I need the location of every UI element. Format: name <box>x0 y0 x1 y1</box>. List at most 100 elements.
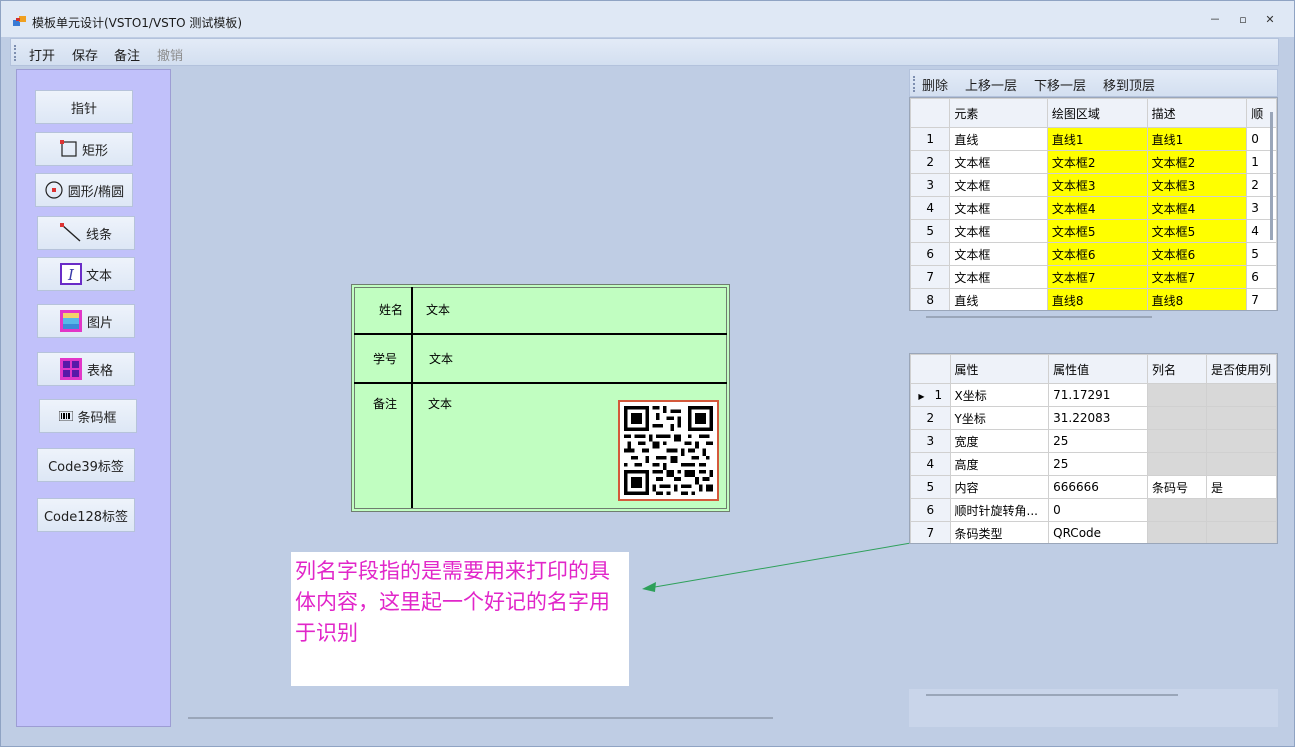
property-name-cell[interactable]: 高度 <box>949 452 1050 476</box>
row-number[interactable]: 3 <box>910 173 951 197</box>
element-cell[interactable]: 文本框 <box>949 150 1048 174</box>
close-button[interactable]: ✕ <box>1262 13 1278 27</box>
maximize-button[interactable]: ▫ <box>1235 13 1251 27</box>
elements-hscrollbar[interactable] <box>926 316 1152 318</box>
property-row[interactable]: 2 Y坐标 31.22083 <box>910 406 1277 430</box>
description-cell[interactable]: 文本框7 <box>1146 265 1248 289</box>
pointer-tool-button[interactable]: 指针 <box>35 90 133 124</box>
property-value-cell[interactable]: 25 <box>1048 429 1148 453</box>
annotation-note[interactable]: 列名字段指的是需要用来打印的具体内容，这里起一个好记的名字用于识别 <box>291 552 629 686</box>
label-card[interactable]: 姓名 文本 学号 文本 备注 文本 <box>351 284 730 512</box>
menu-save[interactable]: 保存 <box>72 45 98 64</box>
area-cell[interactable]: 直线8 <box>1046 288 1148 310</box>
column-name-cell[interactable] <box>1146 429 1208 453</box>
property-name-cell[interactable]: 宽度 <box>949 429 1050 453</box>
code128-tool-button[interactable]: Code128标签 <box>37 498 135 532</box>
row-number[interactable]: 6 <box>910 242 951 266</box>
use-column-cell[interactable] <box>1206 406 1277 430</box>
description-cell[interactable]: 直线8 <box>1146 288 1248 310</box>
row-number[interactable]: ▶ 1 <box>910 383 951 407</box>
property-name-cell[interactable]: 条码类型 <box>949 521 1050 543</box>
table-tool-button[interactable]: 表格 <box>37 352 135 386</box>
area-cell[interactable]: 文本框4 <box>1046 196 1148 220</box>
element-cell[interactable]: 文本框 <box>949 242 1048 266</box>
property-name-cell[interactable]: Y坐标 <box>949 406 1050 430</box>
bring-to-front-button[interactable]: 移到顶层 <box>1103 75 1155 94</box>
order-cell[interactable]: 5 <box>1246 242 1277 266</box>
area-cell[interactable]: 文本框7 <box>1046 265 1148 289</box>
order-cell[interactable]: 6 <box>1246 265 1277 289</box>
description-cell[interactable]: 文本框3 <box>1146 173 1248 197</box>
card-value-note[interactable]: 文本 <box>428 395 452 412</box>
column-header-element[interactable]: 元素 <box>949 98 1048 128</box>
menu-undo[interactable]: 撤销 <box>157 45 183 64</box>
column-name-cell[interactable] <box>1146 498 1208 522</box>
elements-row[interactable]: 4 文本框 文本框4 文本框4 3 <box>910 196 1277 220</box>
row-number[interactable]: 4 <box>910 452 951 476</box>
card-value-name[interactable]: 文本 <box>426 301 450 318</box>
use-column-cell[interactable] <box>1206 383 1277 407</box>
card-label-note[interactable]: 备注 <box>373 395 397 412</box>
property-row[interactable]: ▶ 1 X坐标 71.17291 <box>910 383 1277 407</box>
property-row[interactable]: 5 内容 666666 条码号是 <box>910 475 1277 499</box>
order-cell[interactable]: 7 <box>1246 288 1277 310</box>
property-value-cell[interactable]: 0 <box>1048 498 1148 522</box>
row-number[interactable]: 5 <box>910 219 951 243</box>
menu-open[interactable]: 打开 <box>29 45 55 64</box>
card-divider-2[interactable] <box>354 382 727 384</box>
property-row[interactable]: 7 条码类型 QRCode <box>910 521 1277 543</box>
element-cell[interactable]: 文本框 <box>949 196 1048 220</box>
area-cell[interactable]: 文本框5 <box>1046 219 1148 243</box>
column-header-property-value[interactable]: 属性值 <box>1048 354 1148 384</box>
column-name-cell[interactable] <box>1146 383 1208 407</box>
element-cell[interactable]: 直线 <box>949 288 1048 310</box>
card-label-name[interactable]: 姓名 <box>379 301 403 318</box>
area-cell[interactable]: 文本框3 <box>1046 173 1148 197</box>
elements-row[interactable]: 3 文本框 文本框3 文本框3 2 <box>910 173 1277 197</box>
property-row[interactable]: 4 高度 25 <box>910 452 1277 476</box>
use-column-cell[interactable]: 是 <box>1206 475 1277 499</box>
column-header-use-column[interactable]: 是否使用列 <box>1206 354 1277 384</box>
column-header-property[interactable]: 属性 <box>949 354 1050 384</box>
description-cell[interactable]: 文本框4 <box>1146 196 1248 220</box>
use-column-cell[interactable] <box>1206 521 1277 543</box>
properties-grid[interactable]: 属性 属性值 列名 是否使用列 ▶ 1 X坐标 71.17291 2 Y坐标 31.2208… <box>909 353 1278 544</box>
row-number[interactable]: 8 <box>910 288 951 310</box>
elements-vscrollbar[interactable] <box>1270 112 1273 240</box>
move-down-button[interactable]: 下移一层 <box>1034 75 1086 94</box>
card-value-id[interactable]: 文本 <box>429 350 453 367</box>
properties-hscrollbar[interactable] <box>926 694 1178 696</box>
property-name-cell[interactable]: 内容 <box>949 475 1050 499</box>
column-name-cell[interactable]: 条码号 <box>1146 475 1208 499</box>
elements-row[interactable]: 8 直线 直线8 直线8 7 <box>910 288 1277 310</box>
property-value-cell[interactable]: 25 <box>1048 452 1148 476</box>
area-cell[interactable]: 文本框2 <box>1046 150 1148 174</box>
image-tool-button[interactable]: 图片 <box>37 304 135 338</box>
row-number[interactable]: 3 <box>910 429 951 453</box>
menu-note[interactable]: 备注 <box>114 45 140 64</box>
elements-grid[interactable]: 元素 绘图区域 描述 顺 1 直线 直线1 直线1 0 2 文本框 文本框2 文本框2 1 3 文本框… <box>909 97 1278 311</box>
column-header-column-name[interactable]: 列名 <box>1146 354 1208 384</box>
delete-button[interactable]: 删除 <box>922 75 948 94</box>
property-value-cell[interactable]: 666666 <box>1048 475 1148 499</box>
row-number[interactable]: 2 <box>910 406 951 430</box>
card-divider-vertical[interactable] <box>411 287 413 508</box>
use-column-cell[interactable] <box>1206 429 1277 453</box>
row-number[interactable]: 6 <box>910 498 951 522</box>
move-up-button[interactable]: 上移一层 <box>965 75 1017 94</box>
column-header-description[interactable]: 描述 <box>1146 98 1248 128</box>
description-cell[interactable]: 文本框5 <box>1146 219 1248 243</box>
code39-tool-button[interactable]: Code39标签 <box>37 448 135 482</box>
row-number[interactable]: 5 <box>910 475 951 499</box>
property-name-cell[interactable]: X坐标 <box>949 383 1050 407</box>
area-cell[interactable]: 文本框6 <box>1046 242 1148 266</box>
row-number[interactable]: 7 <box>910 521 951 543</box>
property-row[interactable]: 3 宽度 25 <box>910 429 1277 453</box>
column-header-area[interactable]: 绘图区域 <box>1046 98 1148 128</box>
row-number[interactable]: 2 <box>910 150 951 174</box>
property-value-cell[interactable]: 71.17291 <box>1048 383 1148 407</box>
use-column-cell[interactable] <box>1206 498 1277 522</box>
elements-row[interactable]: 5 文本框 文本框5 文本框5 4 <box>910 219 1277 243</box>
column-name-cell[interactable] <box>1146 521 1208 543</box>
line-tool-button[interactable]: 线条 <box>37 216 135 250</box>
